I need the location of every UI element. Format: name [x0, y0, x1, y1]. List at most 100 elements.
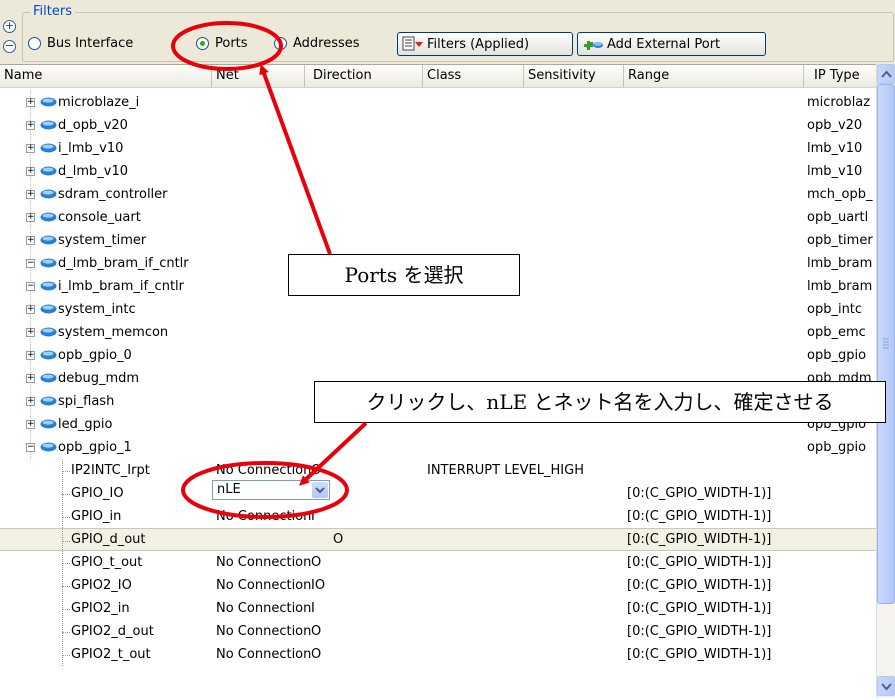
- column-ip-type[interactable]: IP Type: [804, 65, 876, 87]
- port-net[interactable]: No Connection: [216, 597, 311, 620]
- net-callout: クリックし、nLE とネット名を入力し、確定させる: [314, 381, 886, 423]
- instance-name: spi_flash: [58, 394, 115, 409]
- expand-node-icon[interactable]: +: [26, 167, 35, 176]
- instance-name: debug_mdm: [58, 371, 140, 386]
- radio-bus-interface[interactable]: Bus Interface: [28, 36, 133, 51]
- instance-row[interactable]: + i_lmb_v10 lmb_v10: [0, 137, 876, 160]
- instance-icon: [40, 166, 57, 176]
- port-direction: O: [311, 624, 322, 639]
- collapse-node-icon[interactable]: −: [26, 259, 35, 268]
- chevron-down-icon[interactable]: [312, 482, 328, 498]
- port-name: GPIO2_t_out: [71, 647, 151, 662]
- instance-row[interactable]: + d_lmb_v10 lmb_v10: [0, 160, 876, 183]
- instance-icon: [40, 97, 57, 107]
- port-direction: O: [311, 555, 322, 570]
- net-combobox[interactable]: nLE: [212, 480, 330, 500]
- instance-icon: [40, 212, 57, 222]
- expand-node-icon[interactable]: +: [26, 144, 35, 153]
- expand-node-icon[interactable]: +: [26, 420, 35, 429]
- column-direction[interactable]: Direction: [305, 65, 423, 87]
- instance-icon: [40, 281, 57, 291]
- expand-node-icon[interactable]: +: [26, 351, 35, 360]
- port-row[interactable]: GPIO_t_out No Connection O [0:(C_GPIO_WIDTH…: [0, 551, 876, 574]
- scroll-down-button[interactable]: [877, 676, 895, 696]
- port-name: GPIO2_in: [71, 601, 130, 616]
- scroll-thumb[interactable]: [877, 84, 895, 604]
- port-row[interactable]: GPIO2_t_out No Connection O [0:(C_GPIO_WIDT…: [0, 643, 876, 666]
- radio-ports[interactable]: Ports: [196, 36, 248, 51]
- instance-icon: [40, 235, 57, 245]
- collapse-node-icon[interactable]: −: [26, 282, 35, 291]
- expand-node-icon[interactable]: +: [26, 397, 35, 406]
- filter-bar: + − Filters Bus Interface Ports Addresse…: [0, 0, 895, 64]
- instance-row[interactable]: + system_timer opb_timer: [0, 229, 876, 252]
- port-net[interactable]: No Connection: [216, 505, 311, 528]
- port-net[interactable]: No Connection: [216, 459, 311, 482]
- instance-row[interactable]: + system_memcon opb_emc: [0, 321, 876, 344]
- expand-icon[interactable]: +: [3, 20, 16, 33]
- radio-addresses[interactable]: Addresses: [274, 36, 360, 51]
- column-range[interactable]: Range: [624, 65, 804, 87]
- collapse-icon[interactable]: −: [3, 40, 16, 53]
- instance-name: console_uart: [58, 210, 141, 225]
- port-range: [0:(C_GPIO_WIDTH-1)]: [627, 555, 772, 570]
- filters-applied-button[interactable]: Filters (Applied): [397, 32, 573, 56]
- expand-node-icon[interactable]: +: [26, 98, 35, 107]
- port-net[interactable]: No Connection: [216, 551, 311, 574]
- port-row[interactable]: GPIO2_in No Connection I [0:(C_GPIO_WIDTH-1…: [0, 597, 876, 620]
- expand-node-icon[interactable]: +: [26, 328, 35, 337]
- port-net[interactable]: No Connection: [216, 620, 311, 643]
- instance-icon: [40, 143, 57, 153]
- column-sensitivity[interactable]: Sensitivity: [524, 65, 624, 87]
- port-net[interactable]: No Connection: [216, 643, 311, 666]
- instance-row[interactable]: + sdram_controller mch_opb_: [0, 183, 876, 206]
- instance-row[interactable]: − opb_gpio_1 opb_gpio: [0, 436, 876, 459]
- instance-name: d_opb_v20: [58, 118, 128, 133]
- column-class[interactable]: Class: [423, 65, 524, 87]
- port-net[interactable]: No Connection: [216, 574, 311, 597]
- instance-name: i_lmb_bram_if_cntlr: [58, 279, 184, 294]
- port-row[interactable]: GPIO_IONo ConnectionIO[0:(C_GPIO_WIDTH-1…: [0, 482, 876, 505]
- ports-callout: Ports を選択: [288, 254, 520, 296]
- radio-label: Ports: [215, 36, 248, 51]
- port-row[interactable]: GPIO2_d_out No Connection O [0:(C_GPIO_WIDT…: [0, 620, 876, 643]
- expand-node-icon[interactable]: +: [26, 305, 35, 314]
- port-row[interactable]: IP2INTC_Irpt No Connection O INTERRUPT LEVE…: [0, 459, 876, 482]
- instance-ip-type: opb_emc: [807, 325, 866, 340]
- tree-guide: [62, 459, 63, 666]
- instance-ip-type: lmb_bram: [807, 256, 873, 271]
- instance-name: d_lmb_v10: [58, 164, 129, 179]
- add-external-port-button[interactable]: Add External Port: [577, 32, 766, 56]
- radio-label: Addresses: [293, 36, 360, 51]
- instance-ip-type: opb_gpio: [807, 348, 867, 363]
- instance-row[interactable]: + d_opb_v20 opb_v20: [0, 114, 876, 137]
- instance-ip-type: lmb_v10: [807, 141, 863, 156]
- port-name: GPIO_in: [71, 509, 122, 524]
- expand-node-icon[interactable]: +: [26, 236, 35, 245]
- collapse-node-icon[interactable]: −: [26, 443, 35, 452]
- expand-node-icon[interactable]: +: [26, 374, 35, 383]
- port-row[interactable]: GPIO_d_out O [0:(C_GPIO_WIDTH-1)]: [0, 528, 876, 551]
- instance-row[interactable]: + opb_gpio_0 opb_gpio: [0, 344, 876, 367]
- instance-row[interactable]: + console_uart opb_uartl: [0, 206, 876, 229]
- expand-node-icon[interactable]: +: [26, 121, 35, 130]
- tree-connector: [62, 563, 70, 564]
- column-name[interactable]: Name: [0, 65, 212, 87]
- expand-node-icon[interactable]: +: [26, 190, 35, 199]
- instance-ip-type: mch_opb_: [807, 187, 873, 202]
- port-name: GPIO2_IO: [71, 578, 132, 593]
- instance-row[interactable]: + microblaze_i microblaz: [0, 91, 876, 114]
- port-direction: IO: [311, 578, 326, 593]
- radio-icon: [28, 37, 41, 50]
- port-row[interactable]: GPIO_in No Connection I [0:(C_GPIO_WIDTH-1)…: [0, 505, 876, 528]
- port-row[interactable]: GPIO2_IO No Connection IO [0:(C_GPIO_WIDTH-…: [0, 574, 876, 597]
- scroll-up-button[interactable]: [877, 64, 895, 84]
- instance-ip-type: opb_timer: [807, 233, 873, 248]
- instance-name: sdram_controller: [58, 187, 168, 202]
- port-direction: O: [333, 532, 344, 547]
- instance-name: i_lmb_v10: [58, 141, 124, 156]
- instance-name: system_memcon: [58, 325, 169, 340]
- column-net[interactable]: Net: [212, 65, 305, 87]
- expand-node-icon[interactable]: +: [26, 213, 35, 222]
- instance-row[interactable]: + system_intc opb_intc: [0, 298, 876, 321]
